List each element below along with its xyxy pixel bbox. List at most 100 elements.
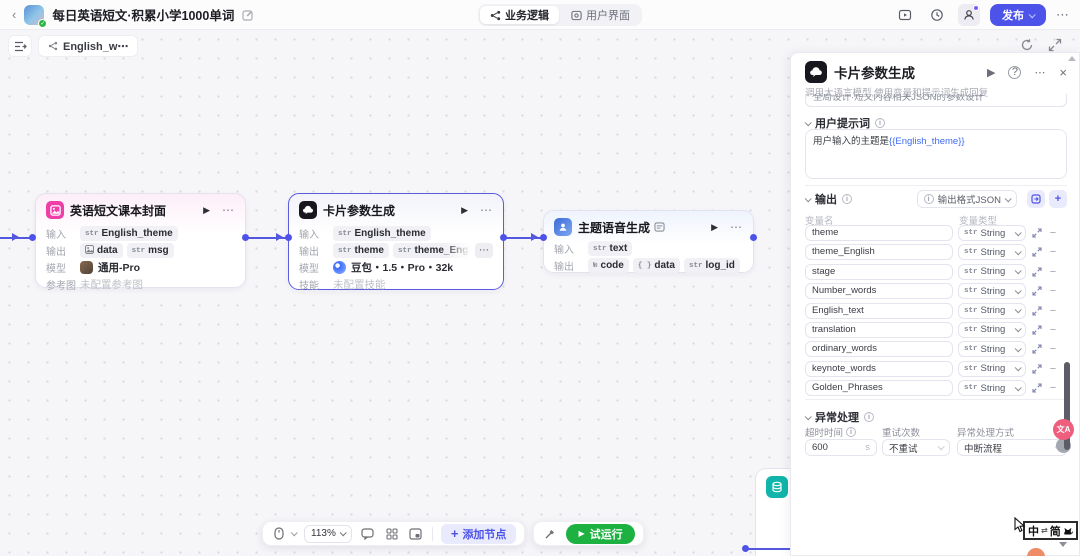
variable-name-input[interactable]: theme_English <box>805 244 953 261</box>
variable-type-select[interactable]: str String <box>958 244 1026 261</box>
node-more-button[interactable]: ⋯ <box>480 203 493 217</box>
minimap-icon[interactable] <box>408 526 424 542</box>
variable-name-input[interactable]: translation <box>805 321 953 338</box>
expand-variable-button[interactable] <box>1031 228 1043 238</box>
voice-input-port[interactable] <box>540 234 547 241</box>
publish-button[interactable]: 发布 <box>990 4 1046 26</box>
output-variable-row: theme str String − <box>805 225 1067 241</box>
params-output-port[interactable] <box>500 234 507 241</box>
timeout-input[interactable]: 600 s <box>805 439 877 456</box>
expand-variable-button[interactable] <box>1031 286 1043 296</box>
variable-type-select[interactable]: str String <box>958 321 1026 338</box>
node-voice-generator[interactable]: 主题语音生成 ▶ ⋯ 输入 str text 输出 № code{ } data str lo… <box>543 210 754 273</box>
cover-output-port[interactable] <box>242 234 249 241</box>
output-format-label: 输出格式JSON <box>937 195 1001 206</box>
refresh-icon[interactable] <box>1020 38 1034 52</box>
remove-variable-button[interactable]: − <box>1048 285 1058 297</box>
debug-tools-icon[interactable] <box>542 526 558 542</box>
variable-name-input[interactable]: Number_words <box>805 283 953 300</box>
expand-variable-button[interactable] <box>1031 267 1043 277</box>
remove-variable-button[interactable]: − <box>1048 266 1058 278</box>
variable-name-input[interactable]: theme <box>805 225 953 241</box>
pointer-mode-icon[interactable] <box>271 526 287 542</box>
output-variable-row: keynote_words str String − <box>805 360 1067 377</box>
sidebar-toggle-button[interactable] <box>8 35 32 57</box>
edit-title-icon[interactable] <box>242 9 254 21</box>
tab-business-logic[interactable]: 业务逻辑 <box>480 6 559 24</box>
variable-type-select[interactable]: str String <box>958 341 1026 358</box>
run-node-button[interactable]: ▶ <box>203 205 210 216</box>
node-card-params[interactable]: 卡片参数生成 ▶ ⋯ 输入 str English_theme 输出 str them… <box>288 193 504 292</box>
params-input-port[interactable] <box>285 234 292 241</box>
hidden-node-port[interactable] <box>742 545 749 552</box>
collaboration-icon[interactable] <box>958 4 980 26</box>
variable-type-select[interactable]: str String <box>958 283 1026 300</box>
variable-name-input[interactable]: Golden_Phrases <box>805 380 953 397</box>
timeout-value: 600 <box>812 442 828 453</box>
remove-variable-button[interactable]: − <box>1048 324 1058 336</box>
chevron-down-icon[interactable] <box>290 529 298 537</box>
translate-floating-button[interactable]: 文A <box>1053 419 1074 440</box>
expand-variable-button[interactable] <box>1031 344 1043 354</box>
expand-icon[interactable] <box>1048 38 1062 52</box>
variable-type-select[interactable]: str String <box>958 263 1026 280</box>
preview-icon[interactable] <box>894 4 916 26</box>
lang-convert-widget[interactable]: 中 ⇄ 简 <box>1023 521 1078 540</box>
cover-input-port[interactable] <box>29 234 36 241</box>
remove-variable-button[interactable]: − <box>1048 305 1058 317</box>
remove-variable-button[interactable]: − <box>1048 363 1058 375</box>
auto-layout-icon[interactable] <box>384 526 400 542</box>
topbar-more-button[interactable]: ⋯ <box>1056 7 1070 23</box>
remove-variable-button[interactable]: − <box>1048 343 1058 355</box>
add-variable-button[interactable]: + <box>1049 190 1067 208</box>
import-variables-button[interactable] <box>1027 190 1045 208</box>
remove-variable-button[interactable]: − <box>1048 246 1058 258</box>
variable-type-select[interactable]: str String <box>958 225 1026 241</box>
panel-more-button[interactable]: ⋯ <box>1034 66 1046 79</box>
exception-section-header[interactable]: 异常处理 i <box>804 409 874 425</box>
history-icon[interactable] <box>926 4 948 26</box>
voice-output-port[interactable] <box>750 234 757 241</box>
output-section-header[interactable]: 输出 i <box>804 191 917 207</box>
system-prompt-clipped[interactable]: 全局设计·短文内容相关JSON的参数设计 <box>805 94 1067 107</box>
expand-variable-button[interactable] <box>1031 247 1043 257</box>
variable-name-input[interactable]: stage <box>805 263 953 280</box>
var-chip-label: msg <box>148 245 169 256</box>
variable-type-select[interactable]: str String <box>958 360 1026 377</box>
test-run-button[interactable]: ▶ 试运行 <box>566 523 635 544</box>
tab-user-interface[interactable]: 用户界面 <box>561 6 640 24</box>
expand-variable-button[interactable] <box>1031 383 1043 393</box>
project-avatar[interactable]: ✓ <box>24 4 48 28</box>
handle-select[interactable]: 中断流程 <box>957 439 1067 456</box>
node-cover-generator[interactable]: 英语短文课本封面 ▶ ⋯ 输入 str English_theme 输出 data st… <box>35 193 246 292</box>
retry-select[interactable]: 不重试 <box>882 439 950 456</box>
run-node-button[interactable]: ▶ <box>711 222 718 233</box>
panel-title: 卡片参数生成 <box>834 66 915 81</box>
var-chip-English_theme: str English_theme <box>80 226 178 241</box>
close-panel-button[interactable]: × <box>1059 65 1067 80</box>
remove-variable-button[interactable]: − <box>1048 227 1058 239</box>
variable-name-input[interactable]: keynote_words <box>805 360 953 377</box>
node-more-button[interactable]: ⋯ <box>730 220 743 234</box>
run-node-button[interactable]: ▶ <box>987 66 995 79</box>
back-button[interactable]: ‹ <box>12 7 16 22</box>
remove-variable-button[interactable]: − <box>1048 382 1058 394</box>
variable-name-input[interactable]: English_text <box>805 302 953 319</box>
expand-variable-button[interactable] <box>1031 325 1043 335</box>
workflow-file-tab[interactable]: English_w⋯ <box>38 35 139 57</box>
run-node-button[interactable]: ▶ <box>461 205 468 216</box>
user-prompt-textarea[interactable]: 用户输入的主题是{{English_theme}} <box>805 129 1067 179</box>
variable-type-select[interactable]: str String <box>958 302 1026 319</box>
comment-icon[interactable] <box>360 526 376 542</box>
expand-variable-button[interactable] <box>1031 306 1043 316</box>
node-more-button[interactable]: ⋯ <box>222 203 235 217</box>
help-icon[interactable]: ? <box>1008 65 1022 79</box>
variable-name-input[interactable]: ordinary_words <box>805 341 953 358</box>
variable-type-select[interactable]: str String <box>958 380 1026 397</box>
output-format-select[interactable]: i 输出格式JSON <box>916 190 1017 208</box>
more-outputs-button[interactable]: ⋯ <box>475 243 493 258</box>
scrollbar-up-arrow[interactable] <box>1068 56 1076 61</box>
zoom-level-select[interactable]: 113% <box>304 524 352 543</box>
add-node-button[interactable]: + 添加节点 <box>440 523 517 544</box>
expand-variable-button[interactable] <box>1031 364 1043 374</box>
